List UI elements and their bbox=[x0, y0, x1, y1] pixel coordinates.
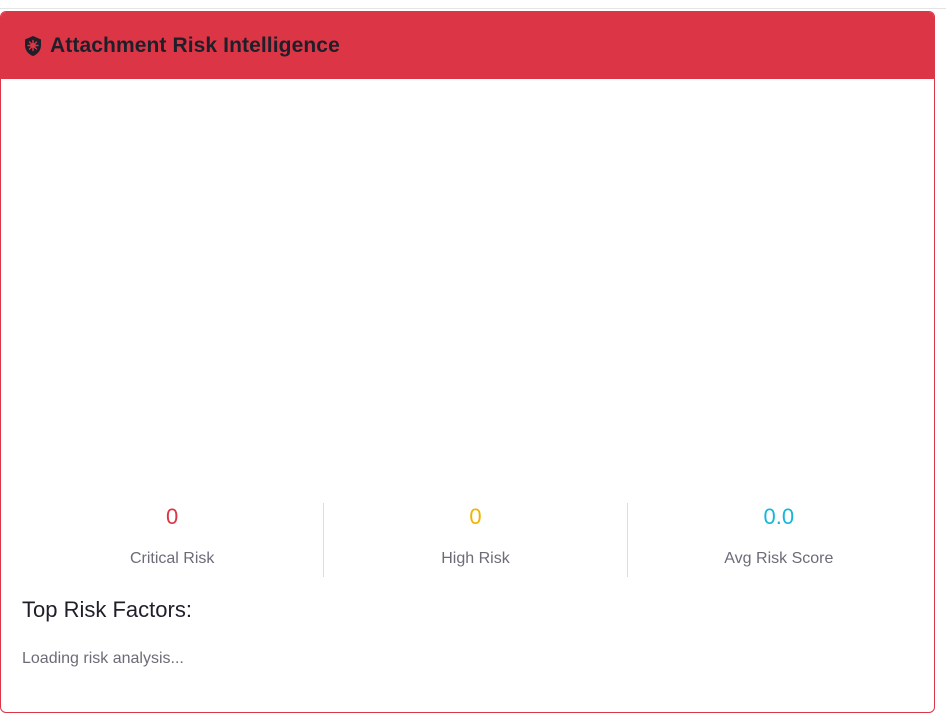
page-top-edge bbox=[0, 0, 946, 9]
avg-risk-score-label: Avg Risk Score bbox=[724, 550, 834, 567]
stat-avg-risk-score: 0.0 Avg Risk Score bbox=[626, 503, 930, 577]
risk-analysis-status: Loading risk analysis... bbox=[22, 650, 184, 667]
attachment-risk-card: Attachment Risk Intelligence 0 Critical … bbox=[0, 11, 935, 713]
high-risk-label: High Risk bbox=[441, 550, 510, 567]
high-risk-count: 0 bbox=[469, 504, 482, 529]
stat-critical-risk: 0 Critical Risk bbox=[21, 503, 323, 577]
top-risk-factors-heading: Top Risk Factors: bbox=[22, 597, 192, 622]
risk-stats: 0 Critical Risk 0 High Risk 0.0 Avg Risk… bbox=[21, 503, 930, 577]
avg-risk-score-value: 0.0 bbox=[763, 504, 795, 529]
critical-risk-label: Critical Risk bbox=[129, 550, 215, 567]
card-header: Attachment Risk Intelligence bbox=[1, 12, 934, 79]
shield-virus-icon bbox=[22, 35, 44, 57]
stat-high-risk: 0 High Risk bbox=[323, 503, 626, 577]
card-title: Attachment Risk Intelligence bbox=[50, 33, 340, 57]
critical-risk-count: 0 bbox=[166, 504, 179, 529]
risk-chart-area bbox=[1, 79, 934, 499]
